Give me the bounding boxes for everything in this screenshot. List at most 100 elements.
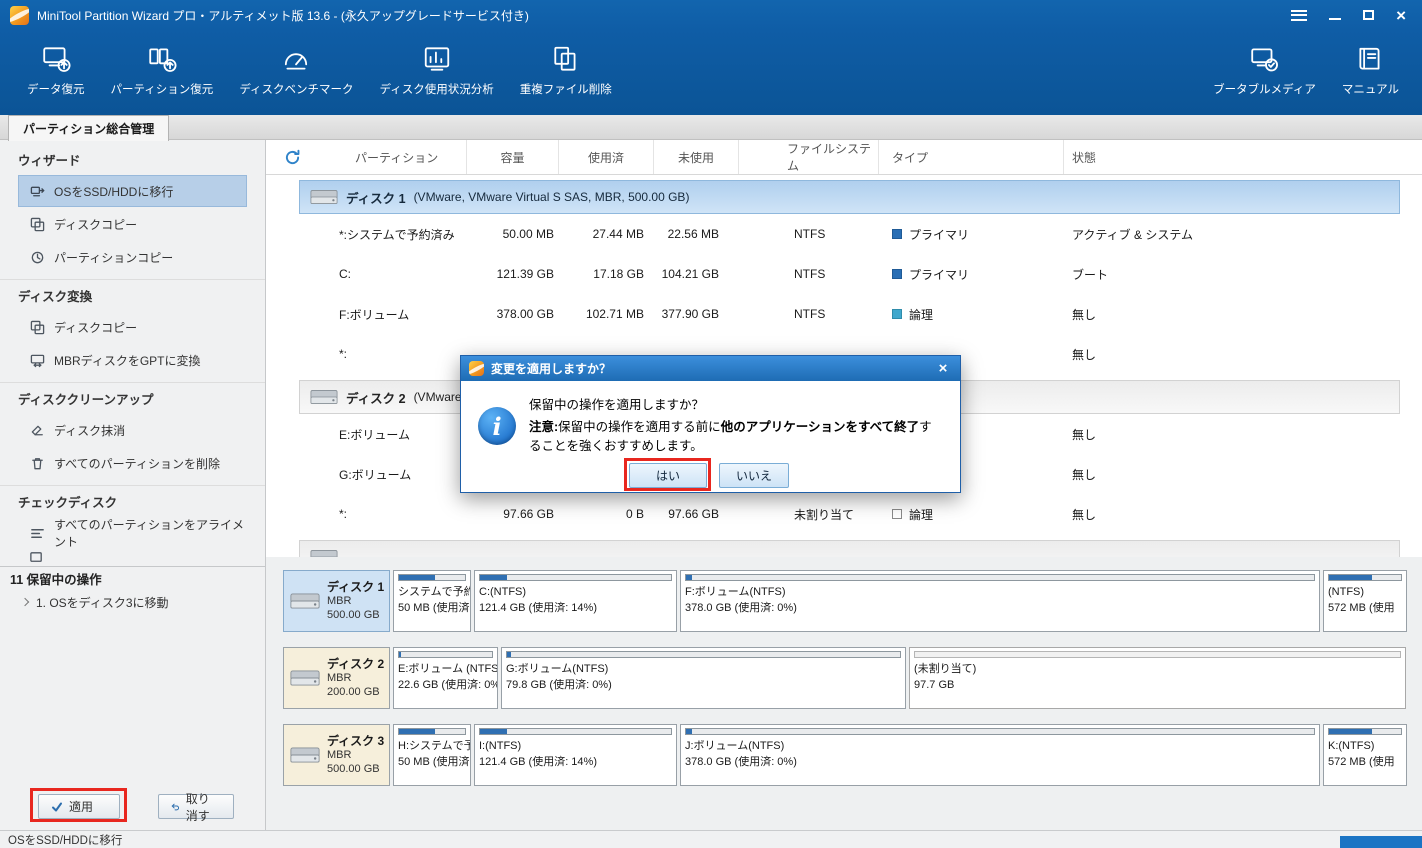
disk-usage-button[interactable]: ディスク使用状況分析	[367, 38, 507, 103]
sidebar-item-disk-wipe[interactable]: ディスク抹消	[18, 414, 247, 446]
disk-name: ディスク 2	[346, 388, 406, 407]
table-row[interactable]: *:システムで予約済み 50.00 MB 27.44 MB 22.56 MB N…	[266, 214, 1422, 254]
disk-map-scheme: MBR	[327, 672, 384, 686]
disk-group-row-1[interactable]: ディスク 1 (VMware, VMware Virtual S SAS, MB…	[299, 180, 1400, 214]
table-row[interactable]: *: 97.66 GB 0 B 97.66 GB 未割り当て 論理 無し	[266, 494, 1422, 534]
usage-strip	[1328, 574, 1402, 581]
cell-type: 論理	[879, 306, 1064, 323]
cell-filesystem: NTFS	[739, 227, 879, 241]
tab-partition-management[interactable]: パーティション総合管理	[8, 115, 169, 141]
disk-benchmark-button[interactable]: ディスクベンチマーク	[226, 38, 366, 103]
disk-label-3[interactable]: ディスク 3 MBR 500.00 GB	[283, 724, 390, 786]
partition-label: システムで予約	[398, 585, 466, 601]
disk-group-row-3-clipped[interactable]	[299, 540, 1400, 557]
sidebar-item-migrate-os[interactable]: OSをSSD/HDDに移行	[18, 175, 247, 207]
partition-block[interactable]: I:(NTFS) 121.4 GB (使用済: 14%)	[474, 724, 677, 786]
manual-button[interactable]: マニュアル	[1329, 38, 1412, 103]
maximize-icon[interactable]	[1363, 10, 1374, 20]
minimize-icon[interactable]	[1329, 18, 1341, 20]
sidebar-item-delete-all-partitions[interactable]: すべてのパーティションを削除	[18, 447, 247, 479]
partition-label: (未割り当て)	[914, 662, 1401, 678]
duplicate-file-button[interactable]: 重複ファイル削除	[507, 38, 625, 103]
toolbar-label: ディスク使用状況分析	[380, 81, 494, 97]
bootable-media-button[interactable]: ブータブルメディア	[1200, 38, 1329, 103]
app-logo-icon	[469, 361, 484, 376]
sidebar-item-label: パーティションコピー	[54, 249, 173, 266]
partition-block[interactable]: C:(NTFS) 121.4 GB (使用済: 14%)	[474, 570, 677, 632]
sidebar-item-align-partitions[interactable]: すべてのパーティションをアライメント	[18, 517, 247, 549]
column-header-capacity[interactable]: 容量	[467, 140, 559, 174]
toolbar-label: データ復元	[27, 81, 85, 97]
partition-block[interactable]: E:ボリューム (NTFS) 22.6 GB (使用済: 0%	[393, 647, 498, 709]
cell-filesystem: NTFS	[739, 267, 879, 281]
sidebar-item-clipped[interactable]	[18, 550, 247, 564]
partition-block[interactable]: G:ボリューム(NTFS) 79.8 GB (使用済: 0%)	[501, 647, 906, 709]
menu-icon[interactable]	[1291, 10, 1307, 21]
disk-name: ディスク 1	[346, 188, 406, 207]
sidebar-item-disk-copy-2[interactable]: ディスクコピー	[18, 311, 247, 343]
undo-button[interactable]: 取り消す	[158, 794, 234, 819]
disk-label-2[interactable]: ディスク 2 MBR 200.00 GB	[283, 647, 390, 709]
unallocated-block[interactable]: (未割り当て) 97.7 GB	[909, 647, 1406, 709]
pending-operation-item[interactable]: 1. OSをディスク3に移動	[0, 591, 265, 613]
toolbar-label: ブータブルメディア	[1213, 81, 1316, 97]
partition-block[interactable]: H:システムで予 50 MB (使用済:	[393, 724, 471, 786]
apply-button-label: 適用	[69, 798, 93, 815]
cell-status: 無し	[1064, 466, 1422, 483]
partition-label: I:(NTFS)	[479, 739, 672, 755]
os-migrate-icon	[30, 184, 45, 199]
dialog-close-icon[interactable]: ×	[934, 360, 952, 378]
cell-filesystem: NTFS	[739, 307, 879, 321]
cell-type: 論理	[879, 506, 1064, 523]
partition-block[interactable]: K:(NTFS) 572 MB (使用	[1323, 724, 1407, 786]
sidebar-item-partition-copy[interactable]: パーティションコピー	[18, 241, 247, 273]
partition-detail: 572 MB (使用	[1328, 755, 1402, 771]
column-header-type[interactable]: タイプ	[879, 140, 1064, 174]
sidebar-item-disk-copy[interactable]: ディスクコピー	[18, 208, 247, 240]
toolbar-label: 重複ファイル削除	[520, 81, 612, 97]
partition-block[interactable]: J:ボリューム(NTFS) 378.0 GB (使用済: 0%)	[680, 724, 1320, 786]
sidebar-section-header: ディスク変換	[0, 284, 265, 310]
partition-recovery-button[interactable]: パーティション復元	[98, 38, 227, 103]
column-header-status[interactable]: 状態	[1064, 140, 1422, 174]
no-button[interactable]: いいえ	[719, 463, 789, 488]
yes-button[interactable]: はい	[629, 463, 707, 488]
refresh-icon[interactable]	[284, 149, 301, 166]
partition-block[interactable]: システムで予約 50 MB (使用済:	[393, 570, 471, 632]
toolbar-label: パーティション復元	[111, 81, 214, 97]
dialog-titlebar: 変更を適用しますか？ ×	[461, 356, 960, 381]
manual-icon	[1355, 44, 1385, 74]
disk-map-row-2: ディスク 2 MBR 200.00 GB E:ボリューム (NTFS) 22.6…	[283, 647, 1407, 709]
cell-partition: *:	[266, 347, 467, 361]
apply-button[interactable]: 適用	[38, 794, 120, 819]
disk-map-name: ディスク 1	[327, 580, 384, 595]
table-row[interactable]: C: 121.39 GB 17.18 GB 104.21 GB NTFS プライ…	[266, 254, 1422, 294]
column-header-used[interactable]: 使用済	[559, 140, 654, 174]
disk-label-1[interactable]: ディスク 1 MBR 500.00 GB	[283, 570, 390, 632]
disk-drive-icon	[290, 745, 320, 765]
disk-map-row-1: ディスク 1 MBR 500.00 GB システムで予約 50 MB (使用済:…	[283, 570, 1407, 632]
info-icon: i	[478, 407, 516, 445]
partition-detail: 79.8 GB (使用済: 0%)	[506, 678, 901, 694]
clipped-item-icon	[29, 550, 44, 564]
sidebar-item-mbr-to-gpt[interactable]: MBRディスクをGPTに変換	[18, 344, 247, 376]
column-header-unused[interactable]: 未使用	[654, 140, 739, 174]
partition-block[interactable]: F:ボリューム(NTFS) 378.0 GB (使用済: 0%)	[680, 570, 1320, 632]
table-row[interactable]: F:ボリューム 378.00 GB 102.71 MB 377.90 GB NT…	[266, 294, 1422, 334]
cell-capacity: 50.00 MB	[467, 227, 559, 241]
dialog-note: 注意:保留中の操作を適用する前に他のアプリケーションをすべて終了することを強くお…	[529, 418, 943, 457]
cell-used: 102.71 MB	[559, 307, 654, 321]
partition-label: J:ボリューム(NTFS)	[685, 739, 1315, 755]
usage-strip	[398, 651, 493, 658]
usage-strip	[1328, 728, 1402, 735]
partition-label: E:ボリューム (NTFS)	[398, 662, 493, 678]
partition-detail: 121.4 GB (使用済: 14%)	[479, 601, 672, 617]
sidebar-divider	[0, 279, 265, 280]
cell-status: ブート	[1064, 266, 1422, 283]
sidebar-section-header: ディスククリーンアップ	[0, 387, 265, 413]
data-recovery-button[interactable]: データ復元	[14, 38, 98, 103]
chevron-right-icon	[21, 598, 29, 606]
close-icon[interactable]: ×	[1396, 7, 1406, 24]
column-header-filesystem[interactable]: ファイルシステム	[739, 140, 879, 174]
partition-block[interactable]: (NTFS) 572 MB (使用	[1323, 570, 1407, 632]
